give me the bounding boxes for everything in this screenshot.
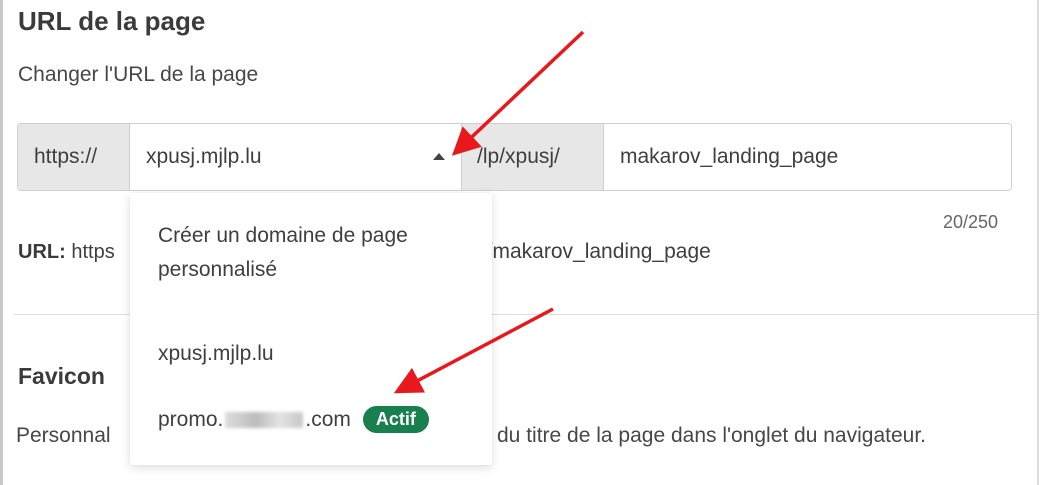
annotation-arrows — [393, 30, 585, 394]
annotation-arrow-to-domain-select — [451, 30, 585, 156]
annotation-arrow-to-promo-domain — [393, 307, 554, 394]
